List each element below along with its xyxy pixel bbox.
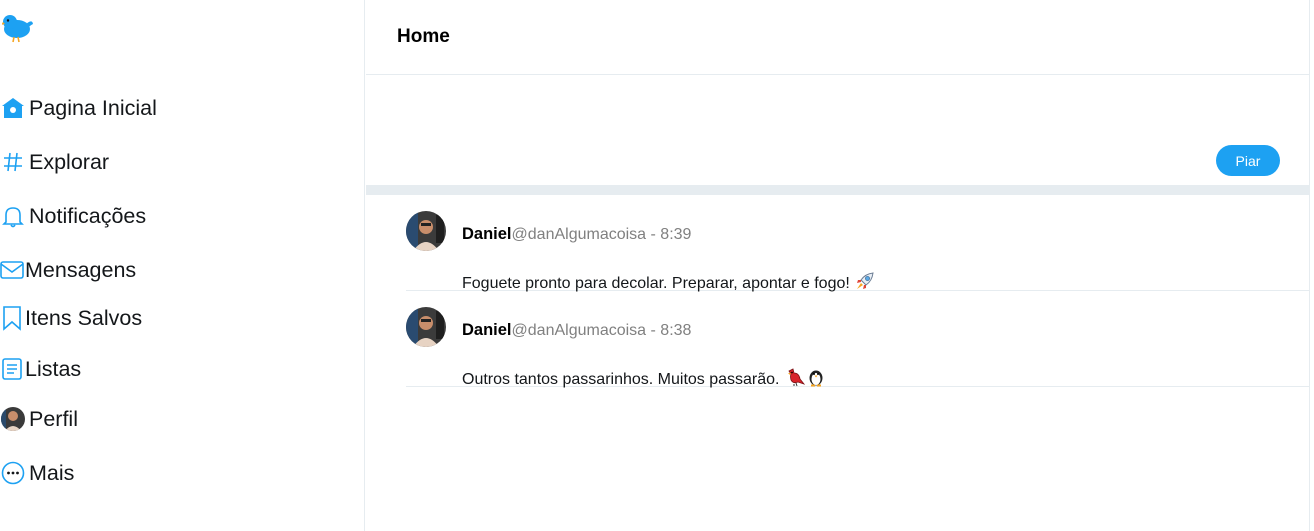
- hashtag-icon: [0, 149, 26, 175]
- sidebar-item-label: Notificações: [29, 203, 147, 228]
- piar-button[interactable]: Piar: [1216, 145, 1280, 176]
- tweet-separator: -: [646, 226, 661, 243]
- page-title: Home: [397, 26, 450, 47]
- sidebar-item-label: Perfil: [29, 406, 78, 431]
- feed-separator: [366, 185, 1309, 195]
- tweet-composer: Piar: [366, 75, 1309, 185]
- tweet-text: Outros tantos passarinhos. Muitos passar…: [462, 370, 780, 388]
- avatar[interactable]: [406, 307, 446, 347]
- avatar-icon: [0, 406, 26, 432]
- tweet-separator: -: [646, 322, 661, 339]
- tweet-input[interactable]: [396, 85, 1276, 145]
- tweet-text: Foguete pronto para decolar. Preparar, a…: [462, 274, 850, 292]
- bookmark-icon: [0, 305, 24, 331]
- tweet[interactable]: Daniel@danAlgumacoisa - 8:38 Outros tant…: [406, 291, 1310, 388]
- sidebar-item-lists[interactable]: Listas: [0, 354, 81, 384]
- sidebar-item-profile[interactable]: Perfil: [0, 404, 78, 434]
- tweet[interactable]: Daniel@danAlgumacoisa - 8:39 Foguete pro…: [406, 195, 1310, 292]
- tweet-feed: Daniel@danAlgumacoisa - 8:39 Foguete pro…: [366, 195, 1310, 388]
- main-column: Home Piar Daniel@danAlgumacoisa - 8:39 F…: [366, 0, 1310, 531]
- tweet-meta: Daniel@danAlgumacoisa - 8:38: [462, 321, 691, 340]
- sidebar-item-label: Mais: [29, 460, 75, 485]
- tweet-meta: Daniel@danAlgumacoisa - 8:39: [462, 225, 691, 244]
- sidebar-item-label: Listas: [25, 356, 82, 381]
- tweet-timestamp: 8:39: [660, 226, 692, 243]
- sidebar-item-label: Mensagens: [25, 257, 137, 282]
- more-icon: [0, 460, 26, 486]
- sidebar-item-notifications[interactable]: Notificações: [0, 201, 146, 231]
- sidebar-item-label: Explorar: [29, 149, 110, 174]
- list-icon: [0, 356, 24, 382]
- tweet-author-name[interactable]: Daniel: [462, 321, 512, 339]
- tweet-author-handle[interactable]: @danAlgumacoisa: [512, 322, 647, 339]
- sidebar-item-more[interactable]: Mais: [0, 458, 74, 488]
- sidebar-item-messages[interactable]: Mensagens: [0, 255, 136, 285]
- bell-icon: [0, 203, 26, 229]
- page-header: Home: [366, 0, 1309, 75]
- bird-logo-icon[interactable]: [1, 12, 34, 44]
- sidebar-item-label: Itens Salvos: [25, 305, 143, 330]
- home-icon: [0, 95, 26, 121]
- sidebar-item-bookmarks[interactable]: Itens Salvos: [0, 303, 142, 333]
- sidebar-item-label: Pagina Inicial: [29, 95, 157, 120]
- sidebar-item-home[interactable]: Pagina Inicial: [0, 93, 157, 123]
- avatar[interactable]: [406, 211, 446, 251]
- sidebar: Pagina Inicial Explorar Notificações Men…: [0, 0, 365, 531]
- tweet-author-handle[interactable]: @danAlgumacoisa: [512, 226, 647, 243]
- tweet-timestamp: 8:38: [660, 322, 692, 339]
- sidebar-item-explore[interactable]: Explorar: [0, 147, 109, 177]
- red-bird-emoji: [785, 367, 805, 392]
- envelope-icon: [0, 257, 24, 283]
- tweet-body: Outros tantos passarinhos. Muitos passar…: [462, 367, 827, 392]
- tweet-author-name[interactable]: Daniel: [462, 225, 512, 243]
- penguin-emoji: [807, 367, 825, 392]
